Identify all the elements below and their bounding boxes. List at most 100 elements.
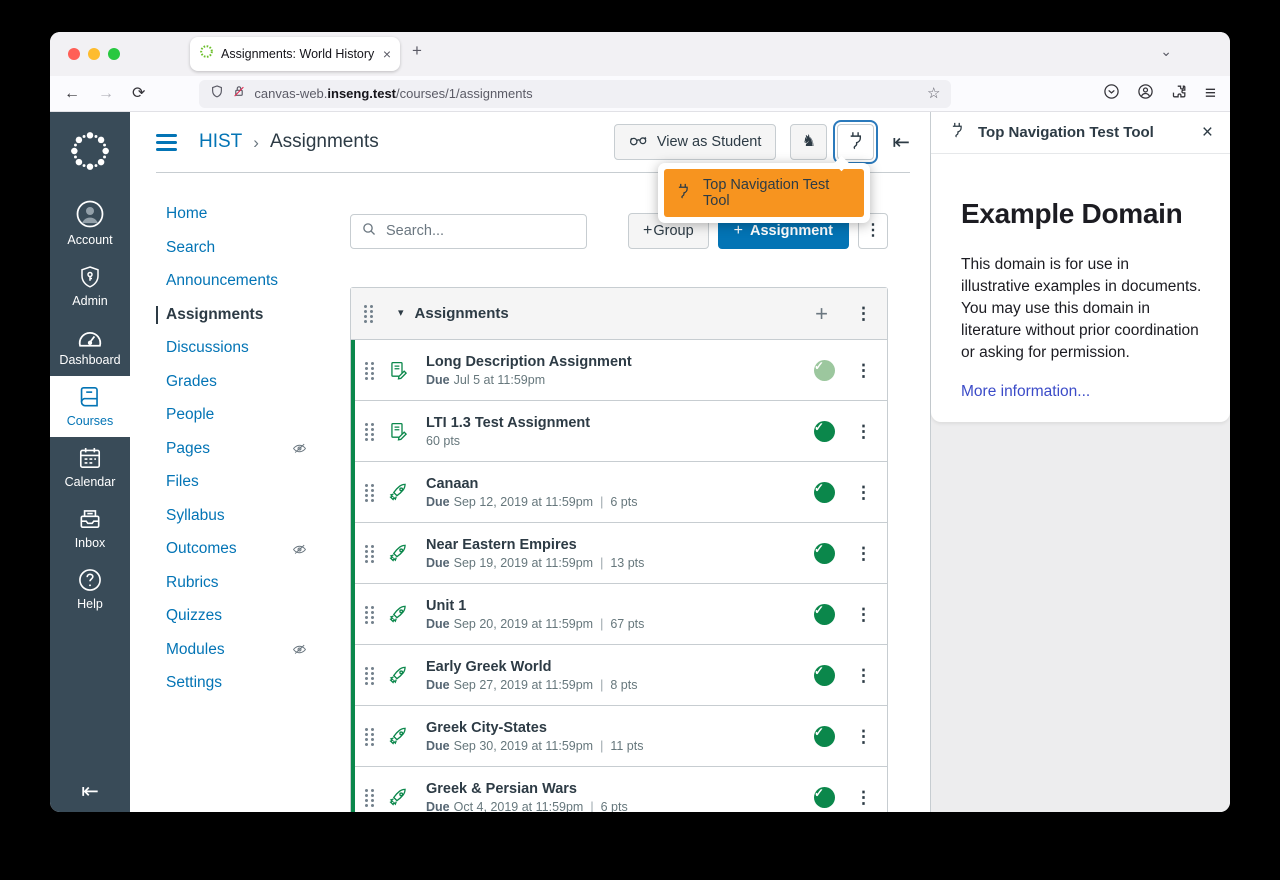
course-tool-horse-icon-button[interactable]: ♞ (790, 124, 827, 160)
course-nav-link[interactable]: Outcomes (156, 540, 308, 558)
course-nav-link[interactable]: Pages (156, 440, 308, 458)
browser-tab[interactable]: Assignments: World History × (190, 37, 400, 71)
course-menu-hamburger-icon[interactable] (156, 134, 177, 151)
more-information-link[interactable]: More information... (961, 383, 1090, 400)
canvas-logo-icon[interactable] (67, 128, 113, 179)
tab-close-icon[interactable]: × (383, 47, 391, 61)
search-input[interactable] (386, 223, 576, 239)
course-nav-link[interactable]: Discussions (156, 339, 308, 357)
row-kebab-icon[interactable]: ⋮ (855, 606, 872, 623)
assignment-search-field[interactable] (350, 214, 587, 249)
drag-handle-icon[interactable] (365, 422, 375, 441)
course-nav-link[interactable]: People (156, 406, 308, 424)
group-kebab-icon[interactable]: ⋮ (855, 305, 872, 322)
url-bar[interactable]: canvas-web.inseng.test/courses/1/assignm… (199, 80, 951, 108)
eye-off-icon (291, 441, 308, 456)
collapse-tray-icon[interactable]: ⇤ (892, 132, 910, 153)
assignment-row[interactable]: Greek City-States DueSep 30, 2019 at 11:… (355, 706, 887, 767)
tab-list-chevron-icon[interactable]: ⌄ (1160, 44, 1172, 58)
drag-handle-icon[interactable] (365, 483, 375, 502)
tray-close-icon[interactable]: × (1202, 123, 1213, 142)
assignment-title[interactable]: LTI 1.3 Test Assignment (426, 414, 814, 433)
drag-handle-icon[interactable] (365, 666, 375, 685)
row-kebab-icon[interactable]: ⋮ (855, 667, 872, 684)
collapse-global-nav-icon[interactable]: ⇤ (50, 781, 130, 802)
course-nav-link[interactable]: Settings (156, 674, 308, 692)
extensions-puzzle-icon[interactable] (1171, 83, 1188, 105)
assignment-row[interactable]: Long Description Assignment DueJul 5 at … (355, 340, 887, 401)
pocket-icon[interactable] (1103, 83, 1120, 105)
row-kebab-icon[interactable]: ⋮ (855, 423, 872, 440)
assignment-title[interactable]: Long Description Assignment (426, 353, 814, 372)
course-nav-link[interactable]: Home (156, 205, 308, 223)
menu-hamburger-icon[interactable]: ≡ (1205, 84, 1216, 103)
close-window-button[interactable] (68, 48, 80, 60)
course-nav-link[interactable]: Syllabus (156, 507, 308, 525)
assignment-row[interactable]: Near Eastern Empires DueSep 19, 2019 at … (355, 523, 887, 584)
back-button[interactable]: ← (64, 86, 80, 102)
global-nav-account[interactable]: Account (50, 191, 130, 256)
row-kebab-icon[interactable]: ⋮ (855, 728, 872, 745)
course-nav-link[interactable]: Rubrics (156, 574, 308, 592)
global-nav-inbox[interactable]: Inbox (50, 498, 130, 559)
drag-handle-icon[interactable] (365, 727, 375, 746)
insecure-lock-icon[interactable] (232, 84, 246, 104)
drag-handle-icon[interactable] (365, 361, 375, 380)
lti-tools-plug-button[interactable] (837, 124, 874, 160)
assignment-title[interactable]: Greek City-States (426, 719, 814, 738)
published-check-icon[interactable]: ✓ (814, 482, 835, 503)
drag-handle-icon[interactable] (364, 304, 374, 323)
published-check-icon[interactable]: ✓ (814, 787, 835, 808)
assignment-row[interactable]: Canaan DueSep 12, 2019 at 11:59pm|6 pts … (355, 462, 887, 523)
assignment-title[interactable]: Unit 1 (426, 597, 814, 616)
drag-handle-icon[interactable] (365, 788, 375, 807)
drag-handle-icon[interactable] (365, 544, 375, 563)
assignment-title[interactable]: Greek & Persian Wars (426, 780, 814, 799)
assignment-row[interactable]: Early Greek World DueSep 27, 2019 at 11:… (355, 645, 887, 706)
global-nav-dashboard[interactable]: Dashboard (50, 317, 130, 376)
global-nav-calendar[interactable]: Calendar (50, 437, 130, 498)
browser-window: Assignments: World History × + ⌄ ← → ⟳ c… (50, 32, 1230, 812)
drag-handle-icon[interactable] (365, 605, 375, 624)
minimize-window-button[interactable] (88, 48, 100, 60)
tracking-shield-icon[interactable] (210, 84, 224, 104)
published-check-icon[interactable]: ✓ (814, 543, 835, 564)
course-nav-link[interactable]: Quizzes (156, 607, 308, 625)
collapse-group-caret-icon[interactable]: ▾ (398, 308, 404, 319)
published-check-icon[interactable]: ✓ (814, 665, 835, 686)
breadcrumb-course-link[interactable]: HIST (199, 131, 242, 153)
quiz-rocket-icon (388, 787, 410, 808)
assignment-title[interactable]: Near Eastern Empires (426, 536, 814, 555)
course-nav-link[interactable]: Assignments (156, 306, 308, 324)
published-check-icon[interactable]: ✓ (814, 726, 835, 747)
global-nav-help[interactable]: Help (50, 559, 130, 620)
published-check-icon[interactable]: ✓ (814, 421, 835, 442)
published-check-icon[interactable]: ✓ (814, 360, 835, 381)
global-nav-courses[interactable]: Courses (50, 376, 130, 437)
row-kebab-icon[interactable]: ⋮ (855, 484, 872, 501)
course-nav-link[interactable]: Modules (156, 641, 308, 659)
assignment-row[interactable]: LTI 1.3 Test Assignment 60 pts ✓ ⋮ (355, 401, 887, 462)
bookmark-star-icon[interactable]: ☆ (927, 86, 940, 101)
global-nav-admin[interactable]: Admin (50, 256, 130, 317)
row-kebab-icon[interactable]: ⋮ (855, 545, 872, 562)
assignment-title[interactable]: Canaan (426, 475, 814, 494)
published-check-icon[interactable]: ✓ (814, 604, 835, 625)
new-tab-button[interactable]: + (412, 42, 422, 59)
zoom-window-button[interactable] (108, 48, 120, 60)
view-as-student-button[interactable]: View as Student (614, 124, 777, 160)
course-nav-link[interactable]: Search (156, 239, 308, 257)
assignment-title[interactable]: Early Greek World (426, 658, 814, 677)
course-nav-link[interactable]: Announcements (156, 272, 308, 290)
course-nav-link[interactable]: Files (156, 473, 308, 491)
account-icon[interactable] (1137, 83, 1154, 105)
top-navigation-test-tool-menu-item[interactable]: Top Navigation Test Tool (664, 169, 864, 217)
reload-button[interactable]: ⟳ (132, 86, 145, 102)
row-kebab-icon[interactable]: ⋮ (855, 362, 872, 379)
course-nav-link[interactable]: Grades (156, 373, 308, 391)
assignment-row[interactable]: Unit 1 DueSep 20, 2019 at 11:59pm|67 pts… (355, 584, 887, 645)
add-assignment-to-group-icon[interactable]: + (815, 303, 828, 325)
forward-button[interactable]: → (98, 86, 114, 102)
assignment-row[interactable]: Greek & Persian Wars DueOct 4, 2019 at 1… (355, 767, 887, 812)
row-kebab-icon[interactable]: ⋮ (855, 789, 872, 806)
